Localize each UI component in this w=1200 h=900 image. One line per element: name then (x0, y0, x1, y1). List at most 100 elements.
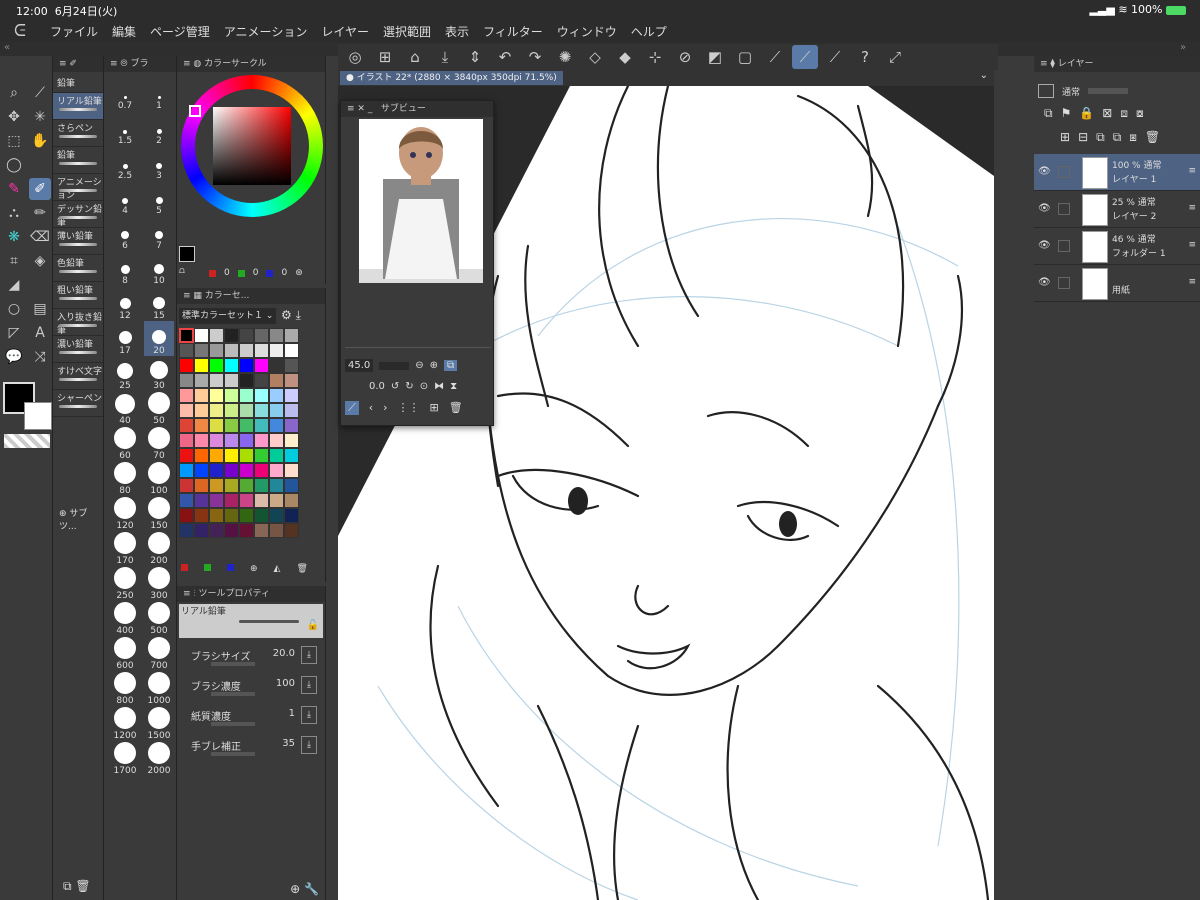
layer-color-icon[interactable] (1038, 84, 1054, 98)
subtool-item[interactable]: 鉛筆 (53, 147, 103, 174)
property-dynamics-icon[interactable]: ⤓ (301, 646, 317, 664)
property-value[interactable]: 1 (289, 708, 295, 719)
subtool-item[interactable]: 薄い鉛筆 (53, 228, 103, 255)
color-swatch[interactable] (254, 463, 269, 478)
property-slider[interactable] (211, 662, 255, 666)
brush-size-option[interactable]: 7 (144, 216, 174, 251)
color-swatch[interactable] (239, 418, 254, 433)
layer-row[interactable]: 👁 100 % 通常 レイヤー 1 ≡ (1034, 154, 1200, 191)
brush-size-option[interactable]: 1700 (110, 741, 140, 776)
fill-icon[interactable]: ◆ (612, 45, 638, 69)
menu-item-9[interactable]: ヘルプ (631, 23, 667, 40)
brush-size-option[interactable]: 20 (144, 321, 174, 356)
gradient-tool-icon[interactable]: ◢ (3, 274, 25, 296)
color-swatch[interactable] (179, 403, 194, 418)
color-swatch[interactable] (224, 388, 239, 403)
lasso-tool-icon[interactable]: ◯ (3, 154, 25, 176)
color-swatch[interactable] (284, 358, 299, 373)
visibility-eye-icon[interactable]: 👁 (1038, 166, 1051, 177)
clip-studio-icon[interactable]: ◎ (342, 45, 368, 69)
color-swatch[interactable] (179, 493, 194, 508)
image-list-icon[interactable]: ⋮⋮ (398, 401, 420, 415)
subview-eyedropper-icon[interactable]: ⟋ (345, 401, 359, 415)
layer-edit-toggle[interactable] (1058, 240, 1070, 252)
color-swatch[interactable] (284, 418, 299, 433)
blend-tool-icon[interactable]: ⌗ (3, 250, 25, 272)
color-swatch[interactable] (254, 478, 269, 493)
color-swatch[interactable] (224, 523, 239, 538)
redo-icon[interactable]: ↷ (522, 45, 548, 69)
color-swatch[interactable] (179, 343, 194, 358)
menu-item-1[interactable]: 編集 (112, 23, 136, 40)
color-swatch[interactable] (284, 493, 299, 508)
color-swatch[interactable] (269, 508, 284, 523)
menu-item-2[interactable]: ページ管理 (150, 23, 210, 40)
subview-image[interactable] (359, 119, 483, 283)
color-swatch[interactable] (239, 388, 254, 403)
menu-item-3[interactable]: アニメーション (224, 23, 308, 40)
color-swatch[interactable] (194, 373, 209, 388)
transfer-down-icon[interactable]: ⧉ (1113, 130, 1122, 145)
brush-size-option[interactable]: 300 (144, 566, 174, 601)
brush-size-option[interactable]: 120 (110, 496, 140, 531)
property-dynamics-icon[interactable]: ⤓ (301, 676, 317, 694)
subtool-item[interactable]: アニメーション (53, 174, 103, 201)
color-swatch[interactable] (209, 508, 224, 523)
rotate-left-icon[interactable]: ↺ (391, 381, 399, 392)
subtool-item[interactable]: 色鉛筆 (53, 255, 103, 282)
clear-outside-icon[interactable]: ▢ (732, 45, 758, 69)
color-swatch[interactable] (239, 358, 254, 373)
color-swatch[interactable] (269, 493, 284, 508)
brush-size-option[interactable]: 1 (144, 76, 174, 111)
brush-size-option[interactable]: 2.5 (110, 146, 140, 181)
color-swatch[interactable] (179, 418, 194, 433)
color-swatch[interactable] (284, 523, 299, 538)
color-swatch[interactable] (269, 358, 284, 373)
replace-color-icon[interactable]: ◭ (274, 564, 281, 574)
color-swatch[interactable] (209, 328, 224, 343)
brush-size-option[interactable]: 12 (110, 286, 140, 321)
brush-size-option[interactable]: 10 (144, 251, 174, 286)
color-swatch[interactable] (194, 358, 209, 373)
brush-size-option[interactable]: 1.5 (110, 111, 140, 146)
color-swatch[interactable] (224, 508, 239, 523)
color-swatch[interactable] (224, 328, 239, 343)
brush-size-option[interactable]: 60 (110, 426, 140, 461)
layer-menu-icon[interactable]: ≡ (1188, 240, 1196, 250)
color-swatch[interactable] (269, 418, 284, 433)
color-swatch[interactable] (209, 463, 224, 478)
color-swatch[interactable] (179, 388, 194, 403)
layer-mask-icon[interactable]: ⧆ (1129, 130, 1137, 145)
subview-minimize-icon[interactable]: _ (368, 104, 373, 114)
reset-rotation-icon[interactable]: ⊙ (420, 381, 428, 392)
import-image-icon[interactable]: ⊞ (430, 401, 439, 415)
color-swatch[interactable] (194, 523, 209, 538)
subtool-item[interactable]: シャーペン (53, 390, 103, 417)
color-swatch[interactable] (209, 358, 224, 373)
brush-size-option[interactable]: 500 (144, 601, 174, 636)
color-swatch[interactable] (209, 343, 224, 358)
eraser-tool-icon[interactable]: ⌫ (29, 226, 51, 248)
color-swatch[interactable] (194, 418, 209, 433)
eyedropper-tool-icon[interactable]: ⟋ (29, 82, 51, 104)
balloon-tool-icon[interactable]: 💬 (3, 346, 25, 368)
layer-menu-icon[interactable]: ≡ (1188, 203, 1196, 213)
color-swatch[interactable] (194, 343, 209, 358)
layer-menu-icon[interactable]: ≡ (1188, 277, 1196, 287)
decoration-tool-icon[interactable]: ❋ (3, 226, 25, 248)
loading-icon[interactable]: ✺ (552, 45, 578, 69)
color-swatch[interactable] (254, 493, 269, 508)
color-swatch[interactable] (194, 448, 209, 463)
brush-size-option[interactable]: 100 (144, 461, 174, 496)
color-swatch[interactable] (209, 493, 224, 508)
undo-icon[interactable]: ↶ (492, 45, 518, 69)
color-mode-toggle-icon[interactable]: ⊛ (295, 268, 303, 278)
fill-tool-icon[interactable]: ◈ (29, 250, 51, 272)
layer-menu-icon[interactable]: ≡ (1188, 166, 1196, 176)
color-swatch[interactable] (239, 508, 254, 523)
color-swatch[interactable] (269, 478, 284, 493)
hue-marker[interactable] (189, 105, 201, 117)
subview-zoom-slider[interactable] (379, 361, 410, 370)
delete-subtool-icon[interactable]: 🗑 (75, 879, 90, 893)
frame-tool-icon[interactable]: ▤ (29, 298, 51, 320)
